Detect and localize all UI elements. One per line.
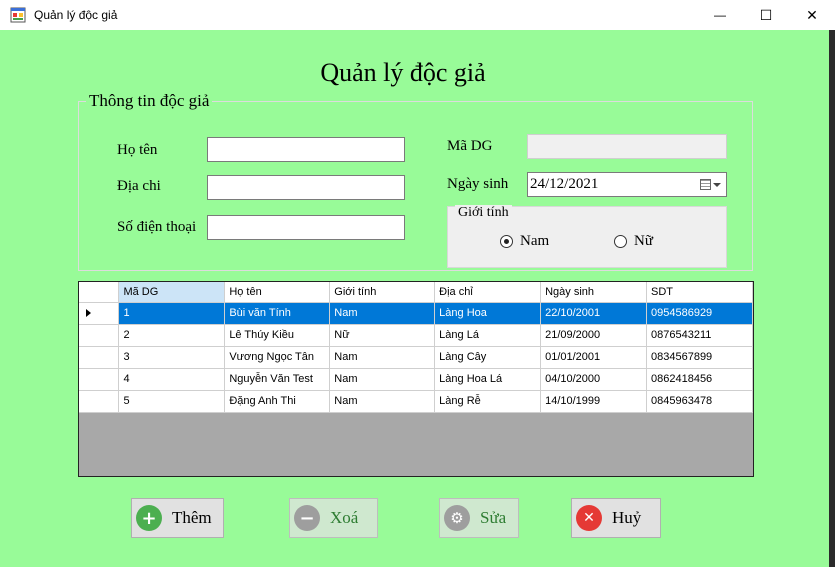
reader-id-label: Mã DG — [447, 138, 493, 154]
grid-cell[interactable]: Vương Ngọc Tân — [224, 346, 331, 369]
delete-button-label: Xoá — [330, 508, 359, 527]
plus-icon: + — [136, 505, 162, 531]
cancel-button[interactable]: ✕ Huỷ — [571, 498, 661, 538]
current-row-icon — [86, 309, 91, 317]
minus-icon: − — [294, 505, 320, 531]
gender-radio-nam[interactable]: Nam — [500, 233, 549, 250]
table-row[interactable]: 3 Vương Ngọc Tân Nam Làng Cây 01/01/2001… — [79, 346, 753, 369]
grid-cell[interactable]: 4 — [118, 368, 226, 391]
add-button-label: Thêm — [172, 508, 212, 527]
cancel-button-label: Huỷ — [612, 508, 642, 527]
phone-field[interactable] — [207, 215, 405, 240]
form-client-area: Quản lý độc giả Thông tin độc giả Họ tên… — [0, 30, 829, 567]
grid-cell[interactable]: 0954586929 — [646, 302, 753, 325]
grid-cell[interactable]: Nam — [329, 390, 436, 413]
grid-cell[interactable]: 5 — [118, 390, 226, 413]
radio-unchecked-icon — [614, 235, 627, 248]
grid-cell[interactable]: Nam — [329, 302, 436, 325]
calendar-icon — [700, 179, 711, 190]
grid-cell[interactable]: Đặng Anh Thi — [224, 390, 331, 413]
reader-info-group-title: Thông tin độc giả — [86, 91, 213, 111]
gender-radio-nu[interactable]: Nữ — [614, 233, 653, 250]
edit-button-label: Sửa — [480, 508, 507, 527]
grid-cell[interactable]: 0876543211 — [646, 324, 753, 347]
row-header[interactable] — [79, 368, 120, 391]
edit-button[interactable]: ⚙ Sửa — [439, 498, 519, 538]
gear-icon: ⚙ — [444, 505, 470, 531]
readers-grid[interactable]: Mã DG Họ tên Giới tính Địa chỉ Ngày sinh… — [78, 281, 754, 477]
chevron-down-icon[interactable] — [713, 183, 721, 187]
grid-cell[interactable]: 21/09/2000 — [540, 324, 647, 347]
grid-cell[interactable]: 04/10/2000 — [540, 368, 647, 391]
grid-header-row: Mã DG Họ tên Giới tính Địa chỉ Ngày sinh… — [79, 282, 753, 303]
grid-cell[interactable]: Làng Cây — [434, 346, 542, 369]
table-row[interactable]: 2 Lê Thúy Kiều Nữ Làng Lá 21/09/2000 087… — [79, 324, 753, 347]
grid-cell[interactable]: Làng Hoa Lá — [434, 368, 542, 391]
grid-cell[interactable]: 01/01/2001 — [540, 346, 647, 369]
close-button[interactable]: ✕ — [789, 0, 835, 30]
row-header[interactable] — [79, 346, 120, 369]
table-row[interactable]: 1 Bùi văn Tính Nam Làng Hoa 22/10/2001 0… — [79, 302, 753, 325]
grid-cell[interactable]: 2 — [118, 324, 226, 347]
delete-button[interactable]: − Xoá — [289, 498, 378, 538]
window-title: Quản lý độc giả — [34, 8, 118, 22]
grid-cell[interactable]: 0862418456 — [646, 368, 753, 391]
app-icon — [10, 7, 26, 23]
radio-checked-icon — [500, 235, 513, 248]
gender-group-title: Giới tính — [455, 205, 512, 221]
gender-option-label: Nam — [520, 233, 550, 249]
dob-label: Ngày sinh — [447, 176, 509, 192]
table-row[interactable]: 4 Nguyễn Văn Test Nam Làng Hoa Lá 04/10/… — [79, 368, 753, 391]
column-header[interactable]: Địa chỉ — [434, 282, 542, 303]
grid-cell[interactable]: Làng Hoa — [434, 302, 542, 325]
column-header[interactable]: Mã DG — [118, 282, 226, 303]
title-bar: Quản lý độc giả — ☐ ✕ — [0, 0, 835, 30]
close-icon: ✕ — [806, 6, 818, 23]
column-header[interactable]: SDT — [646, 282, 753, 303]
column-header[interactable]: Họ tên — [224, 282, 331, 303]
column-header[interactable]: Giới tính — [329, 282, 436, 303]
row-header[interactable] — [79, 390, 120, 413]
grid-cell[interactable]: Lê Thúy Kiều — [224, 324, 331, 347]
table-row[interactable]: 5 Đặng Anh Thi Nam Làng Rễ 14/10/1999 08… — [79, 390, 753, 413]
address-label: Địa chi — [117, 178, 161, 194]
readers-table: Mã DG Họ tên Giới tính Địa chỉ Ngày sinh… — [79, 282, 753, 413]
grid-cell[interactable]: Nam — [329, 346, 436, 369]
grid-cell[interactable]: 0845963478 — [646, 390, 753, 413]
grid-cell[interactable]: 1 — [118, 302, 226, 325]
grid-cell[interactable]: 3 — [118, 346, 226, 369]
row-header[interactable] — [79, 302, 120, 325]
reader-id-field — [527, 134, 727, 159]
grid-cell[interactable]: 0834567899 — [646, 346, 753, 369]
grid-cell[interactable]: Nguyễn Văn Test — [224, 368, 331, 391]
page-title: Quản lý độc giả — [320, 58, 486, 87]
grid-cell[interactable]: 14/10/1999 — [540, 390, 647, 413]
name-field[interactable] — [207, 137, 405, 162]
window-edge — [829, 30, 835, 567]
maximize-icon: ☐ — [759, 6, 773, 23]
gender-option-label: Nữ — [634, 233, 653, 249]
column-header[interactable]: Ngày sinh — [540, 282, 647, 303]
dob-value: 24/12/2021 — [530, 176, 599, 192]
minimize-icon: — — [714, 8, 726, 22]
add-button[interactable]: + Thêm — [131, 498, 224, 538]
grid-cell[interactable]: Bùi văn Tính — [224, 302, 331, 325]
gender-group: Giới tính Nam Nữ — [447, 205, 727, 268]
grid-cell[interactable]: 22/10/2001 — [540, 302, 647, 325]
name-label: Họ tên — [117, 142, 158, 158]
grid-cell[interactable]: Nữ — [329, 324, 436, 347]
dob-picker[interactable]: 24/12/2021 — [527, 172, 727, 197]
row-header[interactable] — [79, 324, 120, 347]
grid-cell[interactable]: Làng Rễ — [434, 390, 542, 413]
row-header-corner — [79, 282, 120, 303]
close-circle-icon: ✕ — [576, 505, 602, 531]
grid-cell[interactable]: Làng Lá — [434, 324, 542, 347]
phone-label: Số điện thoại — [117, 219, 197, 235]
grid-cell[interactable]: Nam — [329, 368, 436, 391]
address-field[interactable] — [207, 175, 405, 200]
minimize-button[interactable]: — — [697, 0, 743, 30]
maximize-button[interactable]: ☐ — [743, 0, 789, 30]
